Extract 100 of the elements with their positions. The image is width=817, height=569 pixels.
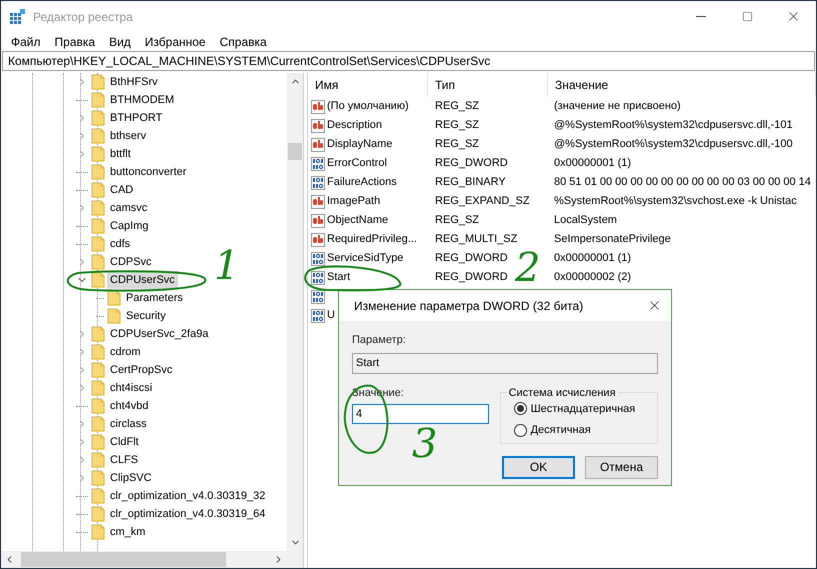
value-name[interactable]: ServiceSidType	[327, 250, 404, 267]
value-data: @%SystemRoot%\system32\cdpusersvc.dll,-100	[554, 138, 793, 150]
value-name[interactable]: RequiredPrivileg...	[327, 231, 417, 248]
value-data: 0x00000001 (1)	[554, 252, 632, 264]
value-name[interactable]: (По умолчанию)	[327, 98, 409, 115]
tree-item[interactable]: cdfs	[107, 235, 134, 253]
folder-icon	[91, 110, 105, 126]
menu-item[interactable]: Избранное	[138, 32, 213, 50]
tree-item[interactable]: camsvc	[107, 199, 150, 217]
value-name[interactable]: ImagePath	[327, 193, 380, 210]
registry-editor-icon	[10, 8, 26, 24]
value-data: @%SystemRoot%\system32\cdpusersvc.dll,-101	[554, 119, 793, 132]
radio-button[interactable]	[514, 402, 527, 416]
column-header[interactable]: Тип	[428, 73, 548, 97]
tree-item[interactable]: bthserv	[107, 127, 150, 145]
column-header[interactable]: Значение	[548, 73, 816, 97]
folder-icon	[91, 218, 105, 234]
value-type: REG_SZ	[435, 100, 480, 112]
tree-item[interactable]: CAD	[107, 181, 136, 199]
folder-icon	[91, 128, 105, 144]
folder-icon	[91, 236, 105, 252]
menu-item[interactable]: Справка	[212, 32, 274, 50]
dialog-title: Изменение параметра DWORD (32 бита)	[354, 298, 584, 314]
value-data: %SystemRoot%\system32\svchost.exe -k Unistac	[554, 195, 797, 208]
folder-icon	[91, 326, 105, 342]
folder-icon	[91, 272, 105, 288]
tree-item[interactable]: CLFS	[107, 451, 142, 469]
binary-value-icon	[311, 290, 325, 304]
value-name[interactable]: FailureActions	[327, 174, 397, 191]
handwritten-number: 1	[214, 246, 240, 286]
value-type: REG_DWORD	[435, 157, 508, 170]
folder-icon	[91, 398, 105, 414]
value-name[interactable]: Description	[327, 117, 382, 134]
folder-icon	[91, 434, 105, 450]
horizontal-scrollbar[interactable]	[1, 551, 287, 568]
tree-item[interactable]: BTHMODEM	[107, 91, 178, 109]
tree-item[interactable]: CapImg	[107, 217, 152, 235]
tree-item[interactable]: cht4vbd	[107, 397, 152, 415]
parameter-field[interactable]: Start	[352, 352, 658, 374]
value-data: SeImpersonatePrivilege	[554, 233, 671, 246]
tree-item[interactable]: CertPropSvc	[107, 361, 176, 379]
string-value-icon	[311, 138, 325, 152]
binary-value-icon	[311, 252, 325, 266]
tree-item[interactable]: circlass	[107, 415, 150, 433]
value-type: REG_SZ	[435, 214, 480, 226]
folder-icon	[91, 416, 105, 432]
tree-item[interactable]: Parameters	[123, 289, 186, 307]
value-name[interactable]: Start	[327, 269, 350, 286]
value-name[interactable]: DisplayName	[327, 136, 392, 153]
tree-item[interactable]: CDPUserSvc_2fa9a	[107, 325, 212, 343]
radio-label[interactable]: Десятичная	[530, 422, 591, 438]
value-name[interactable]: ObjectName	[327, 212, 388, 229]
tree-item[interactable]: cdrom	[107, 343, 144, 361]
cancel-button[interactable]: Отмена	[585, 456, 658, 478]
binary-value-icon	[311, 308, 325, 322]
value-field[interactable]: 4	[352, 404, 489, 424]
minimize-icon	[696, 16, 706, 17]
folder-icon	[91, 182, 105, 198]
tree-item[interactable]: buttonconverter	[107, 163, 190, 181]
folder-icon	[91, 488, 105, 504]
window-title: Редактор реестра	[33, 8, 133, 26]
value-data: (значение не присвоено)	[554, 100, 681, 112]
tree-item[interactable]: CDPSvc	[107, 253, 155, 271]
value-data: LocalSystem	[554, 214, 617, 226]
binary-value-icon	[311, 156, 325, 170]
tree-item[interactable]: Security	[123, 307, 169, 325]
tree-item[interactable]: BTHPORT	[107, 109, 166, 127]
tree-item[interactable]: clr_optimization_v4.0.30319_64	[107, 505, 268, 523]
maximize-icon	[742, 11, 752, 22]
address-bar[interactable]: Компьютер\HKEY_LOCAL_MACHINE\SYSTEM\CurrentControlSet\Services\CDPUserSvc	[2, 51, 815, 71]
radio-button[interactable]	[514, 424, 527, 437]
folder-icon	[91, 344, 105, 360]
tree-item[interactable]: bttflt	[107, 145, 134, 163]
value-name[interactable]: U	[327, 307, 335, 324]
ok-button[interactable]: OK	[502, 456, 575, 478]
value-type: REG_DWORD	[435, 271, 508, 284]
folder-icon	[91, 146, 105, 162]
tree-item[interactable]: ClipSVC	[107, 469, 155, 487]
tree-item[interactable]: BthHFSrv	[107, 73, 161, 91]
scrollbar-thumb[interactable]	[288, 143, 302, 160]
menu-item[interactable]: Файл	[4, 32, 48, 50]
menu-item[interactable]: Вид	[102, 32, 138, 50]
string-value-icon	[311, 118, 325, 132]
folder-icon	[91, 200, 105, 216]
value-data: 0x00000001 (1)	[554, 157, 632, 170]
tree-item[interactable]: cm_km	[107, 523, 148, 541]
radio-label[interactable]: Шестнадцатеричная	[530, 400, 636, 417]
folder-icon	[91, 254, 105, 270]
menu-item[interactable]: Правка	[48, 32, 102, 50]
tree-item[interactable]: CldFlt	[107, 433, 142, 451]
folder-icon	[91, 506, 105, 522]
string-value-icon	[311, 194, 325, 208]
string-value-icon	[311, 232, 325, 246]
column-header[interactable]: Имя	[308, 73, 428, 97]
scrollbar-thumb[interactable]	[21, 552, 226, 567]
vertical-scrollbar[interactable]	[287, 73, 303, 551]
tree-item[interactable]: cht4iscsi	[107, 379, 156, 397]
folder-icon	[91, 524, 105, 540]
tree-item[interactable]: clr_optimization_v4.0.30319_32	[107, 487, 268, 505]
value-name[interactable]: ErrorControl	[327, 155, 387, 172]
